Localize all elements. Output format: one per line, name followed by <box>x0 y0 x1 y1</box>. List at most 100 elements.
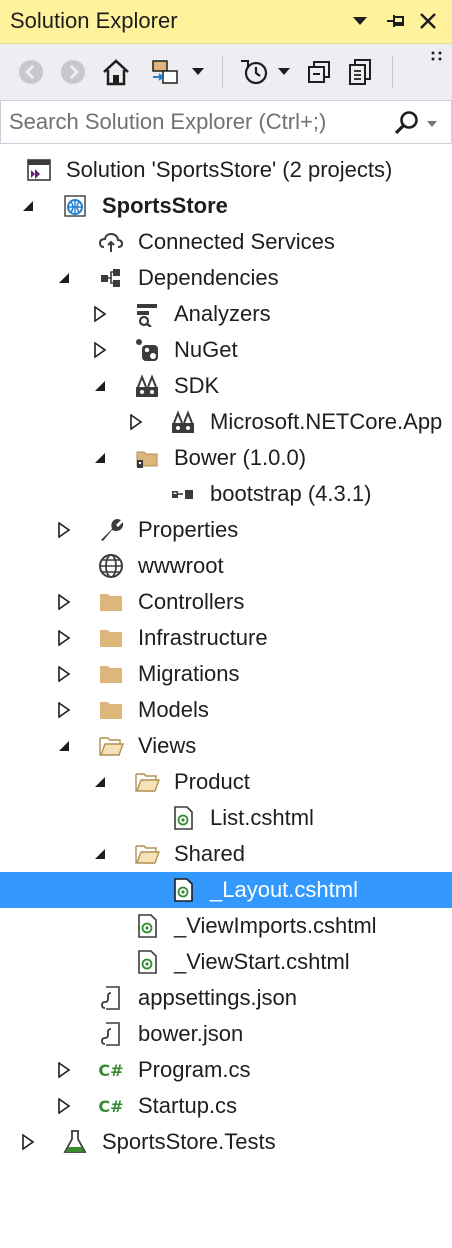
tree-item-bootstrap[interactable]: bootstrap (4.3.1) <box>0 476 452 512</box>
collapsed-arrow-icon[interactable] <box>53 663 75 685</box>
folder-icon <box>98 697 124 723</box>
search-options-dropdown-icon[interactable] <box>426 109 446 137</box>
tree-item-bower[interactable]: Bower (1.0.0) <box>0 440 452 476</box>
collapsed-arrow-icon[interactable] <box>17 1131 39 1153</box>
tree-item-label: Shared <box>174 841 245 866</box>
tree-item-label: SportsStore.Tests <box>102 1129 276 1154</box>
tree-item-program-cs[interactable]: C# Program.cs <box>0 1052 452 1088</box>
sdk-icon <box>134 373 160 399</box>
tree-item-label: Product <box>174 769 250 794</box>
expanded-arrow-icon[interactable] <box>53 735 75 757</box>
tree-item-label: _ViewStart.cshtml <box>174 949 350 974</box>
tree-item-appsettings-json[interactable]: appsettings.json <box>0 980 452 1016</box>
tree-item-bower-json[interactable]: bower.json <box>0 1016 452 1052</box>
pending-changes-filter-icon[interactable] <box>236 54 272 90</box>
razor-file-icon <box>170 877 196 903</box>
tree-item-connected-services[interactable]: Connected Services <box>0 224 452 260</box>
tree-item-startup-cs[interactable]: C# Startup.cs <box>0 1088 452 1124</box>
toolbar-overflow-icon[interactable] <box>428 46 446 66</box>
search-input[interactable] <box>9 107 379 137</box>
tree-item-controllers[interactable]: Controllers <box>0 584 452 620</box>
tree-item-netcore-app[interactable]: Microsoft.NETCore.App <box>0 404 452 440</box>
back-icon[interactable] <box>14 54 48 90</box>
test-project-flask-icon <box>62 1129 88 1155</box>
tree-item-label: _Layout.cshtml <box>210 877 358 902</box>
window-position-dropdown-icon[interactable] <box>346 4 374 38</box>
expanded-arrow-icon[interactable] <box>89 375 111 397</box>
tree-item-label: Properties <box>138 517 239 542</box>
folder-icon <box>98 589 124 615</box>
expanded-arrow-icon[interactable] <box>89 843 111 865</box>
collapsed-arrow-icon[interactable] <box>53 519 75 541</box>
tree-item-viewimports-cshtml[interactable]: _ViewImports.cshtml <box>0 908 452 944</box>
csharp-file-icon: C# <box>98 1096 124 1116</box>
tree-item-label: Models <box>138 697 209 722</box>
tree-item-infrastructure[interactable]: Infrastructure <box>0 620 452 656</box>
tree-item-layout-cshtml[interactable]: _Layout.cshtml <box>0 872 452 908</box>
cloud-icon <box>98 229 124 255</box>
package-folder-icon <box>134 445 160 471</box>
tree-item-migrations[interactable]: Migrations <box>0 656 452 692</box>
tree-item-solution[interactable]: Solution 'SportsStore' (2 projects) <box>0 152 452 188</box>
title-bar: Solution Explorer <box>0 0 452 44</box>
tree-item-project-tests[interactable]: SportsStore.Tests <box>0 1124 452 1160</box>
tree-item-label: _ViewImports.cshtml <box>174 913 377 938</box>
filter-dropdown-icon[interactable] <box>274 54 294 90</box>
tree-item-label: List.cshtml <box>210 805 314 830</box>
collapsed-arrow-icon[interactable] <box>53 699 75 721</box>
dependencies-icon <box>98 265 124 291</box>
collapsed-arrow-icon[interactable] <box>53 627 75 649</box>
toolbar <box>0 44 452 100</box>
collapsed-arrow-icon[interactable] <box>53 1059 75 1081</box>
collapsed-arrow-icon[interactable] <box>53 591 75 613</box>
tree-item-dependencies[interactable]: Dependencies <box>0 260 452 296</box>
sdk-icon <box>170 409 196 435</box>
open-folder-icon <box>134 769 160 795</box>
expanded-arrow-icon[interactable] <box>17 195 39 217</box>
json-file-icon <box>98 985 124 1011</box>
tree-item-properties[interactable]: Properties <box>0 512 452 548</box>
tree-item-list-cshtml[interactable]: List.cshtml <box>0 800 452 836</box>
tree-item-wwwroot[interactable]: wwwroot <box>0 548 452 584</box>
tree-item-project-sportsstore[interactable]: SportsStore <box>0 188 452 224</box>
tree-item-analyzers[interactable]: Analyzers <box>0 296 452 332</box>
tree-item-label: NuGet <box>174 337 238 362</box>
tree-item-sdk[interactable]: SDK <box>0 368 452 404</box>
expanded-arrow-icon[interactable] <box>89 771 111 793</box>
tree-item-label: Controllers <box>138 589 245 614</box>
close-icon[interactable] <box>414 4 442 38</box>
collapsed-arrow-icon[interactable] <box>89 339 111 361</box>
sync-dropdown-icon[interactable] <box>188 54 208 90</box>
tree-item-label: Solution 'SportsStore' (2 projects) <box>66 157 393 182</box>
tree-item-label: SportsStore <box>102 193 228 218</box>
search-icon[interactable] <box>393 109 421 137</box>
collapsed-arrow-icon[interactable] <box>53 1095 75 1117</box>
analyzer-icon <box>134 301 160 327</box>
panel-title: Solution Explorer <box>10 8 178 33</box>
pin-icon[interactable] <box>382 4 410 38</box>
tree-item-nuget[interactable]: NuGet <box>0 332 452 368</box>
tree-item-label: wwwroot <box>138 553 224 578</box>
tree-item-label: Dependencies <box>138 265 279 290</box>
razor-file-icon <box>170 805 196 831</box>
show-all-files-icon[interactable] <box>342 54 378 90</box>
home-icon[interactable] <box>98 54 134 90</box>
collapsed-arrow-icon[interactable] <box>125 411 147 433</box>
collapsed-arrow-icon[interactable] <box>89 303 111 325</box>
json-file-icon <box>98 1021 124 1047</box>
tree-item-label: SDK <box>174 373 220 398</box>
tree-item-product[interactable]: Product <box>0 764 452 800</box>
web-project-icon <box>62 193 88 219</box>
expanded-arrow-icon[interactable] <box>53 267 75 289</box>
sync-with-active-document-icon[interactable] <box>146 54 186 90</box>
tree-item-label: Analyzers <box>174 301 271 326</box>
tree-item-models[interactable]: Models <box>0 692 452 728</box>
tree-item-views[interactable]: Views <box>0 728 452 764</box>
expanded-arrow-icon[interactable] <box>89 447 111 469</box>
package-icon <box>170 481 196 507</box>
forward-icon[interactable] <box>56 54 90 90</box>
tree-item-shared[interactable]: Shared <box>0 836 452 872</box>
nuget-icon <box>134 337 160 363</box>
collapse-all-icon[interactable] <box>302 54 336 90</box>
tree-item-viewstart-cshtml[interactable]: _ViewStart.cshtml <box>0 944 452 980</box>
